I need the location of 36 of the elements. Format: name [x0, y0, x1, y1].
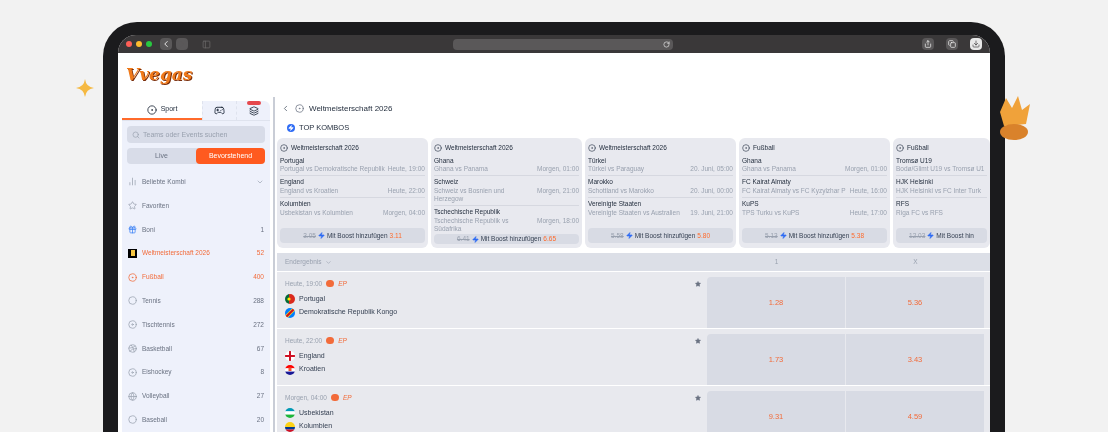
badge-icon	[246, 100, 261, 105]
trophy-icon	[128, 248, 137, 258]
bolt-icon	[471, 235, 479, 243]
logo: Vvegas	[126, 63, 193, 87]
gamepad-icon	[214, 105, 225, 116]
star-icon[interactable]	[695, 280, 701, 287]
back-icon[interactable]	[281, 104, 290, 114]
chevron-icon	[324, 258, 332, 266]
page-title: Weltmeisterschaft 2026	[309, 102, 393, 115]
flag-icon	[285, 351, 295, 361]
flag-icon	[285, 408, 295, 418]
close-icon[interactable]	[126, 41, 132, 47]
sparkle-icon	[76, 79, 94, 97]
gift-icon	[128, 225, 137, 234]
reload-icon[interactable]	[663, 40, 670, 48]
chips-icon	[248, 105, 259, 116]
bolt-icon	[927, 232, 935, 240]
bolt-icon	[779, 232, 787, 240]
bolt-icon	[287, 123, 295, 132]
back-button[interactable]	[160, 38, 172, 50]
star-icon[interactable]	[695, 337, 701, 344]
share-icon[interactable]	[922, 38, 934, 50]
chart-icon	[128, 177, 137, 187]
star-icon	[128, 201, 137, 211]
search-icon	[132, 130, 140, 139]
flag-icon	[285, 421, 295, 432]
bolt-icon	[317, 232, 325, 240]
star-icon[interactable]	[695, 394, 701, 401]
flag-icon	[285, 307, 295, 318]
flag-icon	[285, 294, 295, 304]
flag-icon	[285, 364, 295, 375]
minimize-icon[interactable]	[136, 41, 142, 47]
bolt-icon	[625, 232, 633, 240]
tabs-icon[interactable]	[946, 38, 958, 50]
download-icon[interactable]	[970, 38, 982, 50]
maximize-icon[interactable]	[146, 41, 152, 47]
